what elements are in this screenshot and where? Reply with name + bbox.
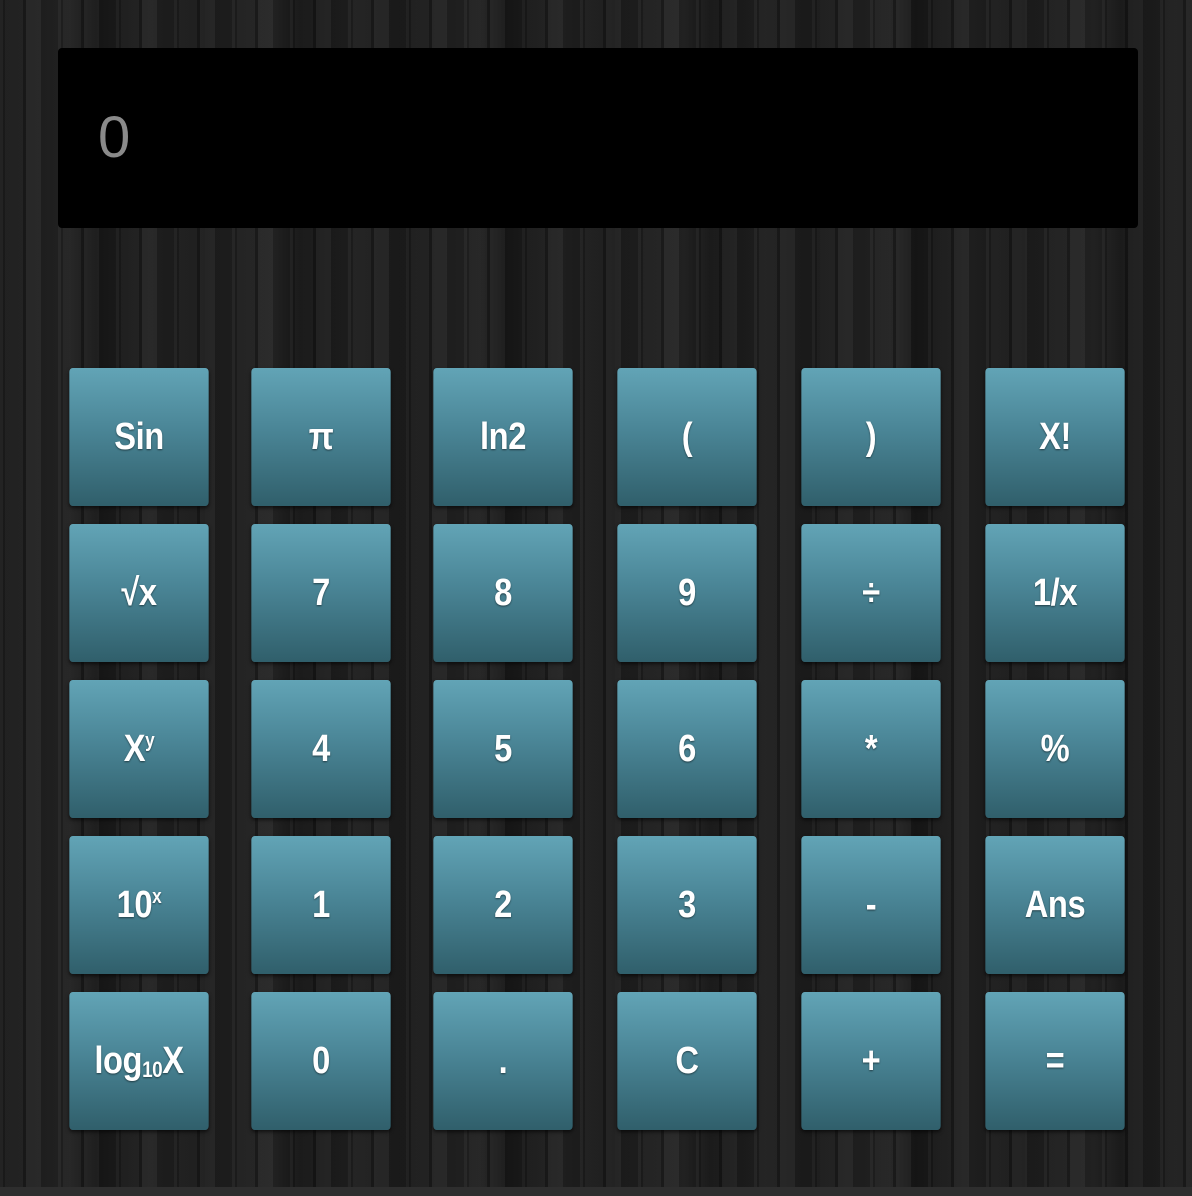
subtract-button-label: - bbox=[865, 883, 877, 926]
close-paren-button[interactable]: ) bbox=[801, 368, 941, 506]
eight-button-label: 8 bbox=[494, 571, 512, 614]
one-button[interactable]: 1 bbox=[251, 836, 391, 974]
nine-button-label: 9 bbox=[678, 571, 696, 614]
log10-subscript: 10 bbox=[142, 1056, 163, 1082]
five-button[interactable]: 5 bbox=[433, 680, 573, 818]
ans-button-label: Ans bbox=[1024, 883, 1086, 926]
clear-button[interactable]: C bbox=[617, 992, 757, 1130]
sqrt-button[interactable]: √x bbox=[69, 524, 209, 662]
power-button[interactable]: Xy bbox=[69, 680, 209, 818]
ten-power-base: 10 bbox=[116, 883, 153, 926]
equals-button-label: = bbox=[1045, 1039, 1065, 1082]
ten-power-button[interactable]: 10x bbox=[69, 836, 209, 974]
ln2-button[interactable]: ln2 bbox=[433, 368, 573, 506]
eight-button[interactable]: 8 bbox=[433, 524, 573, 662]
seven-button[interactable]: 7 bbox=[251, 524, 391, 662]
multiply-button-label: * bbox=[864, 727, 878, 770]
six-button[interactable]: 6 bbox=[617, 680, 757, 818]
ln2-button-label: ln2 bbox=[480, 415, 526, 458]
divide-button-label: ÷ bbox=[862, 571, 880, 614]
power-button-label: Xy bbox=[124, 728, 155, 771]
clear-button-label: C bbox=[675, 1039, 699, 1082]
percent-button-label: % bbox=[1040, 727, 1070, 770]
nine-button[interactable]: 9 bbox=[617, 524, 757, 662]
factorial-button-label: X! bbox=[1039, 415, 1071, 458]
sqrt-button-label: √x bbox=[121, 571, 157, 614]
reciprocal-button[interactable]: 1/x bbox=[985, 524, 1125, 662]
one-button-label: 1 bbox=[312, 883, 330, 926]
ans-button[interactable]: Ans bbox=[985, 836, 1125, 974]
add-button-label: + bbox=[861, 1039, 881, 1082]
subtract-button[interactable]: - bbox=[801, 836, 941, 974]
open-paren-button-label: ( bbox=[681, 415, 693, 458]
three-button-label: 3 bbox=[678, 883, 696, 926]
five-button-label: 5 bbox=[494, 727, 512, 770]
close-paren-button-label: ) bbox=[865, 415, 877, 458]
multiply-button[interactable]: * bbox=[801, 680, 941, 818]
six-button-label: 6 bbox=[678, 727, 696, 770]
ten-power-exponent: x bbox=[152, 885, 162, 908]
decimal-button[interactable]: . bbox=[433, 992, 573, 1130]
zero-button-label: 0 bbox=[312, 1039, 330, 1082]
divide-button[interactable]: ÷ bbox=[801, 524, 941, 662]
equals-button[interactable]: = bbox=[985, 992, 1125, 1130]
factorial-button[interactable]: X! bbox=[985, 368, 1125, 506]
calculator-display: 0 bbox=[58, 48, 1138, 228]
two-button[interactable]: 2 bbox=[433, 836, 573, 974]
keypad: Sin π ln2 ( ) X! √x 7 8 9 ÷ 1/x Xy 4 5 6… bbox=[58, 368, 1138, 1130]
four-button-label: 4 bbox=[312, 727, 330, 770]
three-button[interactable]: 3 bbox=[617, 836, 757, 974]
pi-button-label: π bbox=[308, 415, 334, 458]
decimal-button-label: . bbox=[498, 1039, 508, 1082]
ten-power-button-label: 10x bbox=[117, 884, 162, 927]
power-exponent: y bbox=[145, 729, 155, 752]
log10-post: X bbox=[162, 1039, 184, 1082]
four-button[interactable]: 4 bbox=[251, 680, 391, 818]
two-button-label: 2 bbox=[494, 883, 512, 926]
percent-button[interactable]: % bbox=[985, 680, 1125, 818]
add-button[interactable]: + bbox=[801, 992, 941, 1130]
display-value: 0 bbox=[98, 105, 131, 170]
log10-pre: log bbox=[94, 1039, 143, 1082]
open-paren-button[interactable]: ( bbox=[617, 368, 757, 506]
reciprocal-button-label: 1/x bbox=[1032, 571, 1078, 614]
pi-button[interactable]: π bbox=[251, 368, 391, 506]
power-base: X bbox=[123, 727, 146, 770]
bottom-edge-bar bbox=[0, 1187, 1192, 1196]
sin-button[interactable]: Sin bbox=[69, 368, 209, 506]
seven-button-label: 7 bbox=[312, 571, 330, 614]
sin-button-label: Sin bbox=[114, 415, 164, 458]
log10-button[interactable]: log10X bbox=[69, 992, 209, 1130]
log10-button-label: log10X bbox=[94, 1039, 184, 1083]
zero-button[interactable]: 0 bbox=[251, 992, 391, 1130]
